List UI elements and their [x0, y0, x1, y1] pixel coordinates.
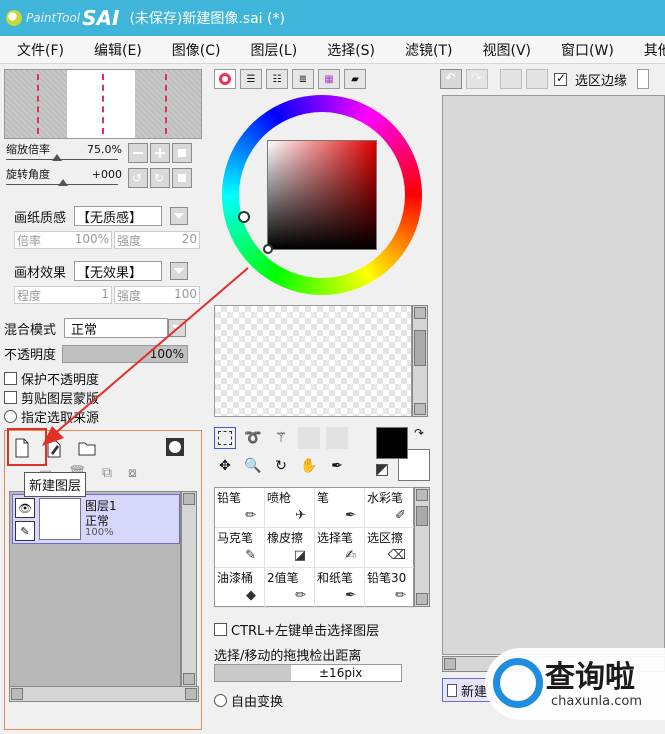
watermark-url: chaxunla.com	[551, 694, 642, 709]
annotation-arrow	[42, 267, 249, 446]
watermark: 查询啦 chaxunla.com	[485, 648, 665, 720]
watermark-logo-icon	[493, 658, 543, 708]
watermark-text: 查询啦	[545, 660, 635, 695]
new-layer-tooltip: 新建图层	[24, 472, 87, 497]
